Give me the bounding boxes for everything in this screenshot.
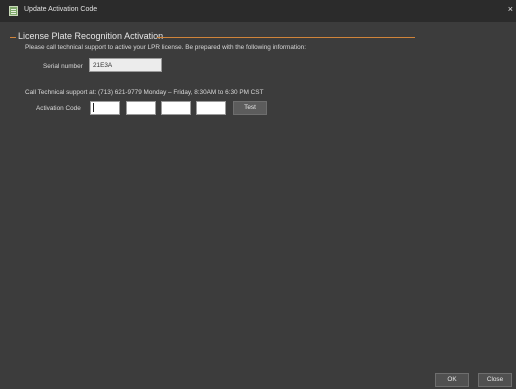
activation-code-label: Activation Code (36, 105, 81, 112)
serial-number-field: 21E3A (89, 58, 162, 72)
activation-code-field-4[interactable] (196, 101, 226, 115)
serial-number-label: Serial number (43, 63, 83, 70)
instructions-text: Please call technical support to active … (25, 44, 306, 51)
close-button[interactable]: Close (478, 373, 512, 387)
section-title: License Plate Recognition Activation (18, 31, 164, 41)
app-icon (9, 6, 18, 16)
window-title: Update Activation Code (24, 6, 98, 13)
text-caret (93, 103, 94, 112)
section-divider-right (157, 37, 415, 38)
section-divider-left (10, 37, 16, 38)
activation-code-field-3[interactable] (161, 101, 191, 115)
activation-code-field-2[interactable] (126, 101, 156, 115)
ok-button[interactable]: OK (435, 373, 469, 387)
close-icon[interactable]: × (508, 4, 513, 14)
title-bar: Update Activation Code × (0, 0, 516, 22)
update-activation-dialog: Update Activation Code × License Plate R… (0, 0, 516, 389)
support-contact-text: Call Technical support at: (713) 621-977… (25, 89, 264, 96)
activation-code-field-1[interactable] (90, 101, 120, 115)
test-button[interactable]: Test (233, 101, 267, 115)
